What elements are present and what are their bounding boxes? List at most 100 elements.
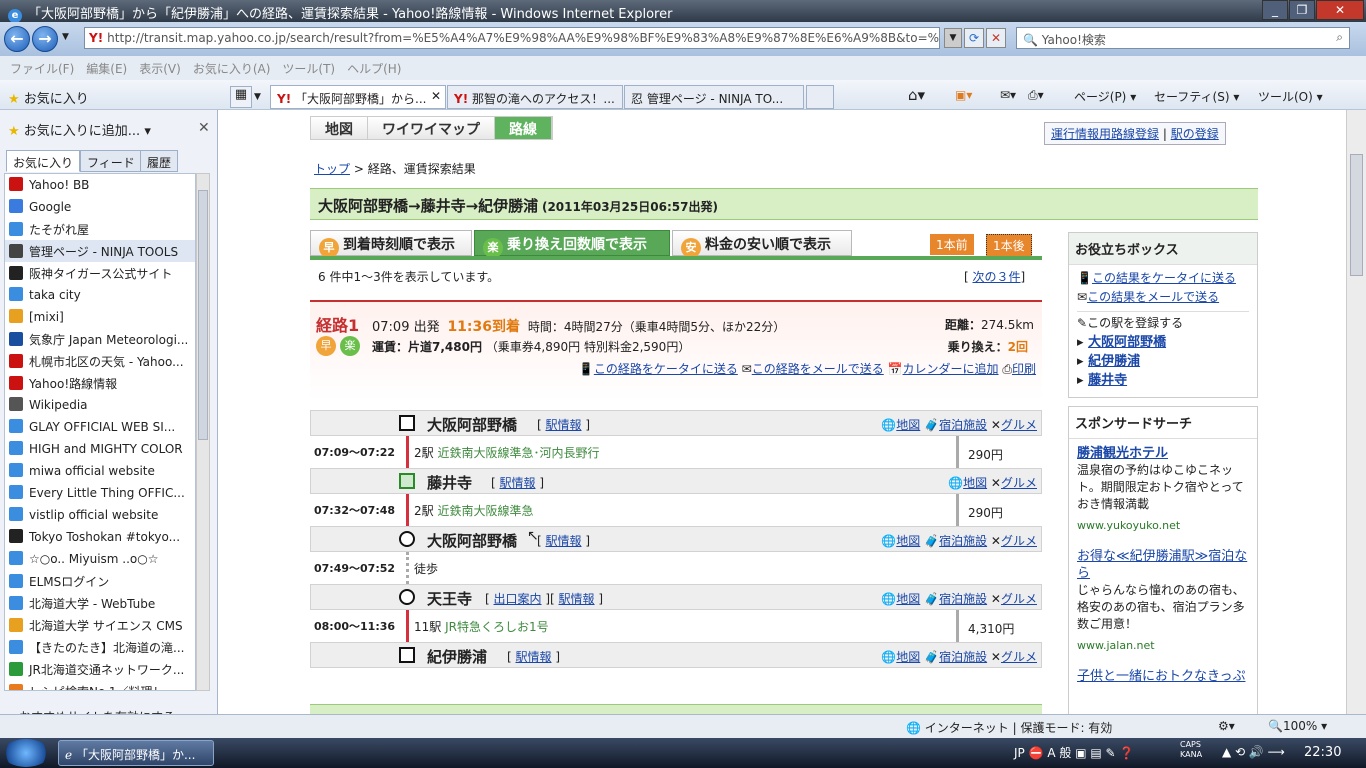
sort-by-arrival-tab[interactable]: 早到着時刻順で表示 <box>310 230 472 258</box>
register-station-link[interactable]: 紀伊勝浦 <box>1088 354 1140 369</box>
refresh-icon[interactable]: ⟳ <box>964 28 984 48</box>
maximize-button[interactable]: ❐ <box>1289 0 1315 20</box>
map-link[interactable]: 地図 <box>963 476 987 490</box>
map-link[interactable]: 地図 <box>896 534 920 548</box>
favorite-item[interactable]: Yahoo! BB <box>5 174 195 196</box>
station-info-link[interactable]: 駅情報 <box>546 534 582 548</box>
favorite-item[interactable]: 北海道大学 サイエンス CMS <box>5 614 195 636</box>
start-button[interactable] <box>2 739 50 767</box>
hotel-link[interactable]: 宿泊施設 <box>939 418 987 432</box>
back-button[interactable]: ← <box>4 26 30 52</box>
favorite-item[interactable]: Wikipedia <box>5 394 195 416</box>
hotel-link[interactable]: 宿泊施設 <box>939 592 987 606</box>
send-to-mobile-link[interactable]: この経路をケータイに送る <box>594 362 738 376</box>
tab-list-dropdown-icon[interactable]: ▼ <box>254 86 268 108</box>
send-result-mobile-link[interactable]: この結果をケータイに送る <box>1092 271 1236 285</box>
menu-view[interactable]: 表示(V) <box>139 62 181 76</box>
register-station-link[interactable]: 駅の登録 <box>1171 127 1219 141</box>
address-dropdown-button[interactable]: ▼ <box>944 28 962 48</box>
minimize-button[interactable]: _ <box>1262 0 1288 20</box>
page-scrollbar[interactable] <box>1346 110 1366 714</box>
sort-by-fare-tab[interactable]: 安料金の安い順で表示 <box>672 230 852 258</box>
hotel-link[interactable]: 宿泊施設 <box>939 534 987 548</box>
register-line-link[interactable]: 運行情報用路線登録 <box>1051 127 1159 141</box>
favorite-item[interactable]: Google <box>5 196 195 218</box>
favorite-item[interactable]: レシピ検索No.1／料理レ... <box>5 680 195 690</box>
read-mail-icon[interactable]: ✉▾ <box>1000 88 1016 102</box>
sidebar-tab-favorites[interactable]: お気に入り <box>6 150 81 172</box>
station-info-link[interactable]: 駅情報 <box>546 418 582 432</box>
tab-close-icon[interactable]: ✕ <box>431 89 441 103</box>
history-dropdown-icon[interactable]: ▼ <box>62 32 69 42</box>
forward-button[interactable]: → <box>32 26 58 52</box>
exit-guide-link[interactable]: 出口案内 <box>494 592 542 606</box>
favorites-scroll-thumb[interactable] <box>198 190 208 440</box>
security-zone[interactable]: 🌐 インターネット | 保護モード: 有効 <box>906 719 1112 736</box>
add-to-calendar-link[interactable]: カレンダーに追加 <box>903 362 999 376</box>
favorite-item[interactable]: 札幌市北区の天気 - Yahoo... <box>5 350 195 372</box>
tab-route-result[interactable]: Y! 「大阪阿部野橋」から... ✕ <box>270 85 446 109</box>
stop-icon[interactable]: ✕ <box>986 28 1006 48</box>
favorite-item[interactable]: [mixi] <box>5 306 195 328</box>
sort-by-transfers-tab[interactable]: 楽乗り換え回数順で表示 <box>474 230 670 258</box>
tools-menu[interactable]: ツール(O) ▾ <box>1258 88 1323 105</box>
gourmet-link[interactable]: グルメ <box>1001 592 1037 606</box>
favorite-item[interactable]: たそがれ屋 <box>5 218 195 240</box>
send-result-mail-link[interactable]: この結果をメールで送る <box>1087 290 1219 304</box>
nav-route[interactable]: 路線 <box>495 117 552 139</box>
send-by-mail-link[interactable]: この経路をメールで送る <box>752 362 884 376</box>
quick-tabs-icon[interactable]: ▦ <box>230 86 252 108</box>
menu-tools[interactable]: ツール(T) <box>282 62 335 76</box>
safety-menu[interactable]: セーフティ(S) ▾ <box>1154 88 1239 105</box>
favorite-item[interactable]: 阪神タイガース公式サイト <box>5 262 195 284</box>
register-station-link[interactable]: 藤井寺 <box>1088 373 1127 388</box>
favorite-item[interactable]: taka city <box>5 284 195 306</box>
tray-icons[interactable]: ▲ ⟲ 🔊 ⟶ <box>1222 745 1285 759</box>
gourmet-link[interactable]: グルメ <box>1001 476 1037 490</box>
favorite-item[interactable]: 気象庁 Japan Meteorologi... <box>5 328 195 350</box>
tab-ninja-tools[interactable]: 忍 管理ページ - NINJA TO... <box>624 85 804 109</box>
map-link[interactable]: 地図 <box>896 592 920 606</box>
favorite-item[interactable]: miwa official website <box>5 460 195 482</box>
map-link[interactable]: 地図 <box>896 650 920 664</box>
feeds-icon[interactable]: ▣▾ <box>955 88 972 102</box>
zoom-level[interactable]: 🔍100% ▾ <box>1268 719 1327 733</box>
favorites-center-button[interactable]: ★ お気に入り <box>8 88 89 107</box>
taskbar-ie-window[interactable]: ℯ 「大阪阿部野橋」か... <box>58 740 214 766</box>
map-link[interactable]: 地図 <box>896 418 920 432</box>
next-train-button[interactable]: 1本後 <box>986 234 1032 257</box>
close-pane-icon[interactable]: ✕ <box>198 120 210 136</box>
favorite-item[interactable]: Every Little Thing OFFIC... <box>5 482 195 504</box>
gourmet-link[interactable]: グルメ <box>1001 418 1037 432</box>
ad-title-link[interactable]: お得な≪紀伊勝浦駅≫宿泊なら <box>1077 549 1247 581</box>
station-info-link[interactable]: 駅情報 <box>559 592 595 606</box>
favorite-item[interactable]: 管理ページ - NINJA TOOLS <box>5 240 195 262</box>
search-icon[interactable]: ⌕ <box>1336 30 1343 45</box>
register-station-link[interactable]: 大阪阿部野橋 <box>1088 335 1166 350</box>
gourmet-link[interactable]: グルメ <box>1001 650 1037 664</box>
favorite-item[interactable]: vistlip official website <box>5 504 195 526</box>
favorite-item[interactable]: ELMSログイン <box>5 570 195 592</box>
nav-map[interactable]: 地図 <box>311 117 368 139</box>
previous-train-button[interactable]: 1本前 <box>930 234 974 255</box>
favorite-item[interactable]: ☆○o.. Miyuism ..o○☆ <box>5 548 195 570</box>
ime-bar[interactable]: JP ⛔ A 般 ▣ ▤ ✎ ❓ <box>1014 744 1134 761</box>
favorite-item[interactable]: Tokyo Toshokan #tokyo... <box>5 526 195 548</box>
ad-title-link[interactable]: 子供と一緒におトクなきっぷ <box>1077 669 1245 684</box>
favorite-item[interactable]: JR北海道交通ネットワーク... <box>5 658 195 680</box>
new-tab-button[interactable] <box>806 85 834 109</box>
page-scroll-thumb[interactable] <box>1350 154 1363 276</box>
print-link[interactable]: 印刷 <box>1012 362 1036 376</box>
station-info-link[interactable]: 駅情報 <box>516 650 552 664</box>
gourmet-link[interactable]: グルメ <box>1001 534 1037 548</box>
menu-favorites[interactable]: お気に入り(A) <box>193 62 271 76</box>
menu-help[interactable]: ヘルプ(H) <box>347 62 401 76</box>
protected-mode-icon[interactable]: ⚙▾ <box>1218 719 1235 733</box>
hotel-link[interactable]: 宿泊施設 <box>939 650 987 664</box>
favorite-item[interactable]: HIGH and MIGHTY COLOR <box>5 438 195 460</box>
tab-nachi-falls[interactable]: Y! 那智の滝へのアクセス！... <box>447 85 623 109</box>
favorite-item[interactable]: 【きたのたき】北海道の滝... <box>5 636 195 658</box>
clock[interactable]: 22:30 <box>1304 745 1341 760</box>
favorites-scrollbar[interactable] <box>196 173 210 691</box>
menu-file[interactable]: ファイル(F) <box>10 62 74 76</box>
